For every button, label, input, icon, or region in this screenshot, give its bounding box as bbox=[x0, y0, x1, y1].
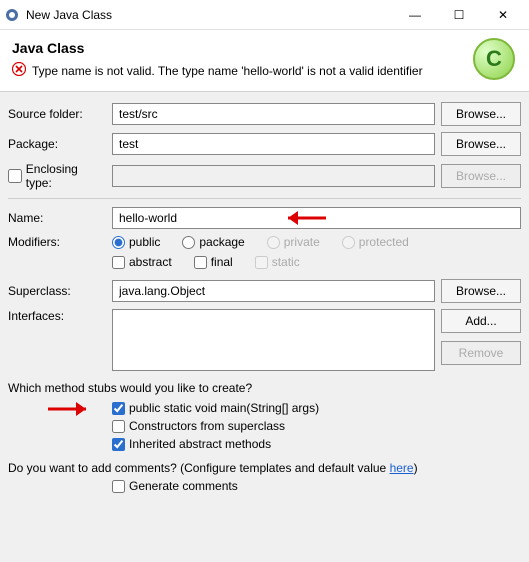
radio-private-label: private bbox=[284, 235, 320, 249]
radio-package-label: package bbox=[199, 235, 244, 249]
radio-package[interactable] bbox=[182, 236, 195, 249]
checkbox-abstract-label: abstract bbox=[129, 255, 172, 269]
radio-private bbox=[267, 236, 280, 249]
error-text: Type name is not valid. The type name 'h… bbox=[32, 64, 423, 78]
label-modifiers: Modifiers: bbox=[8, 235, 106, 249]
label-superclass: Superclass: bbox=[8, 284, 106, 298]
superclass-input[interactable] bbox=[112, 280, 435, 302]
label-enclosing-type: Enclosing type: bbox=[8, 162, 106, 190]
label-interfaces: Interfaces: bbox=[8, 309, 106, 323]
remove-interface-button: Remove bbox=[441, 341, 521, 365]
source-folder-input[interactable] bbox=[112, 103, 435, 125]
page-title: Java Class bbox=[12, 40, 517, 56]
checkbox-static bbox=[255, 256, 268, 269]
browse-superclass-button[interactable]: Browse... bbox=[441, 279, 521, 303]
checkbox-main-label: public static void main(String[] args) bbox=[129, 401, 319, 415]
window-title: New Java Class bbox=[26, 8, 393, 22]
checkbox-main[interactable] bbox=[112, 402, 125, 415]
error-icon bbox=[12, 62, 26, 79]
dialog-body: Source folder: Browse... Package: Browse… bbox=[0, 92, 529, 503]
label-method-stubs: Which method stubs would you like to cre… bbox=[8, 381, 521, 395]
enclosing-type-label: Enclosing type: bbox=[26, 162, 106, 190]
checkbox-constructors[interactable] bbox=[112, 420, 125, 433]
label-source-folder: Source folder: bbox=[8, 107, 106, 121]
dialog-header: Java Class Type name is not valid. The t… bbox=[0, 30, 529, 92]
checkbox-abstract[interactable] bbox=[112, 256, 125, 269]
maximize-button[interactable]: ☐ bbox=[437, 0, 481, 30]
radio-public[interactable] bbox=[112, 236, 125, 249]
titlebar: New Java Class — ☐ ✕ bbox=[0, 0, 529, 30]
radio-protected bbox=[342, 236, 355, 249]
checkbox-inherited[interactable] bbox=[112, 438, 125, 451]
radio-protected-label: protected bbox=[359, 235, 409, 249]
configure-link[interactable]: here bbox=[390, 461, 414, 475]
minimize-button[interactable]: — bbox=[393, 0, 437, 30]
checkbox-final-label: final bbox=[211, 255, 233, 269]
close-button[interactable]: ✕ bbox=[481, 0, 525, 30]
checkbox-inherited-label: Inherited abstract methods bbox=[129, 437, 271, 451]
red-arrow-icon bbox=[46, 397, 106, 421]
enclosing-type-input bbox=[112, 165, 435, 187]
browse-source-button[interactable]: Browse... bbox=[441, 102, 521, 126]
checkbox-generate-comments-label: Generate comments bbox=[129, 479, 238, 493]
label-name: Name: bbox=[8, 211, 106, 225]
browse-enclosing-button: Browse... bbox=[441, 164, 521, 188]
class-icon: C bbox=[473, 38, 515, 80]
name-input[interactable] bbox=[112, 207, 521, 229]
modifier-flags-group: abstract final static bbox=[112, 255, 521, 269]
checkbox-static-label: static bbox=[272, 255, 300, 269]
error-row: Type name is not valid. The type name 'h… bbox=[12, 62, 517, 79]
browse-package-button[interactable]: Browse... bbox=[441, 132, 521, 156]
radio-public-label: public bbox=[129, 235, 160, 249]
visibility-group: public package private protected bbox=[112, 235, 521, 249]
label-package: Package: bbox=[8, 137, 106, 151]
package-input[interactable] bbox=[112, 133, 435, 155]
interfaces-list[interactable] bbox=[112, 309, 435, 371]
enclosing-type-checkbox[interactable] bbox=[8, 169, 22, 183]
add-interface-button[interactable]: Add... bbox=[441, 309, 521, 333]
checkbox-constructors-label: Constructors from superclass bbox=[129, 419, 285, 433]
separator bbox=[8, 198, 521, 199]
checkbox-final[interactable] bbox=[194, 256, 207, 269]
checkbox-generate-comments[interactable] bbox=[112, 480, 125, 493]
eclipse-icon bbox=[4, 7, 20, 23]
label-comments: Do you want to add comments? (Configure … bbox=[8, 461, 521, 475]
